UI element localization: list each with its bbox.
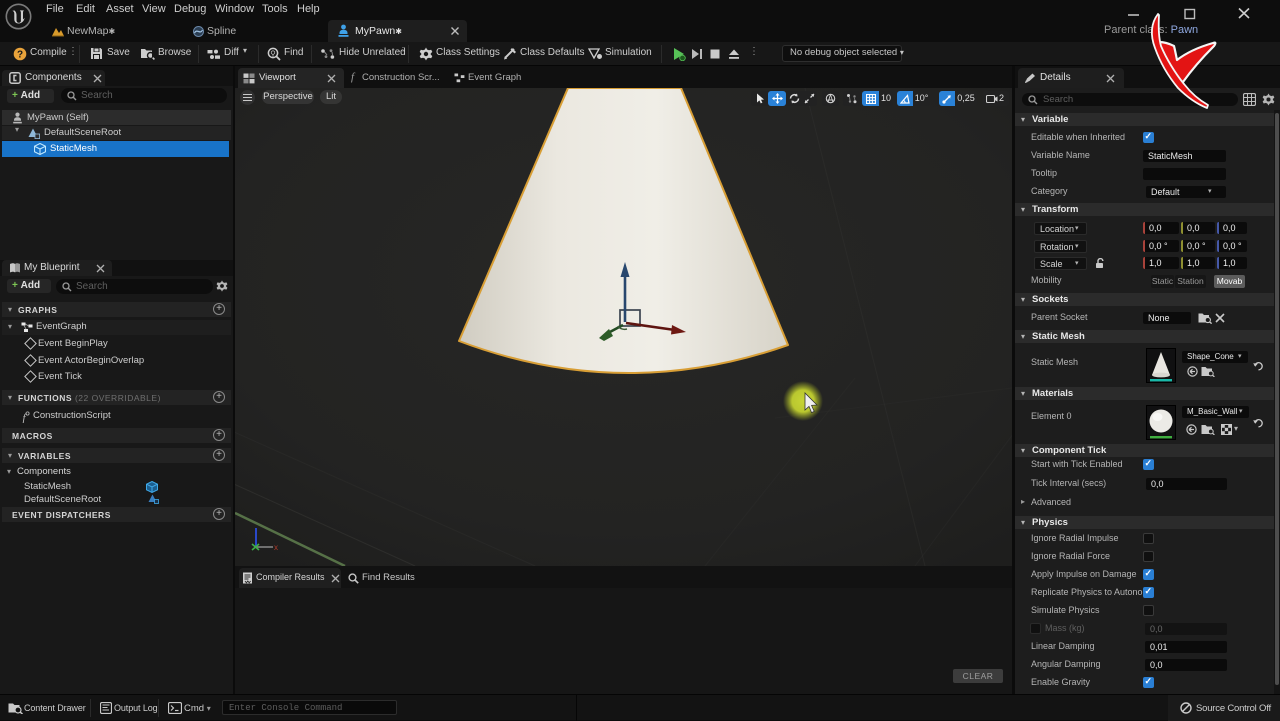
svg-text:⚲: ⚲ — [270, 49, 276, 58]
svg-text:f: f — [22, 412, 27, 423]
svg-text:x: x — [274, 543, 278, 552]
svg-text:?: ? — [17, 50, 23, 61]
